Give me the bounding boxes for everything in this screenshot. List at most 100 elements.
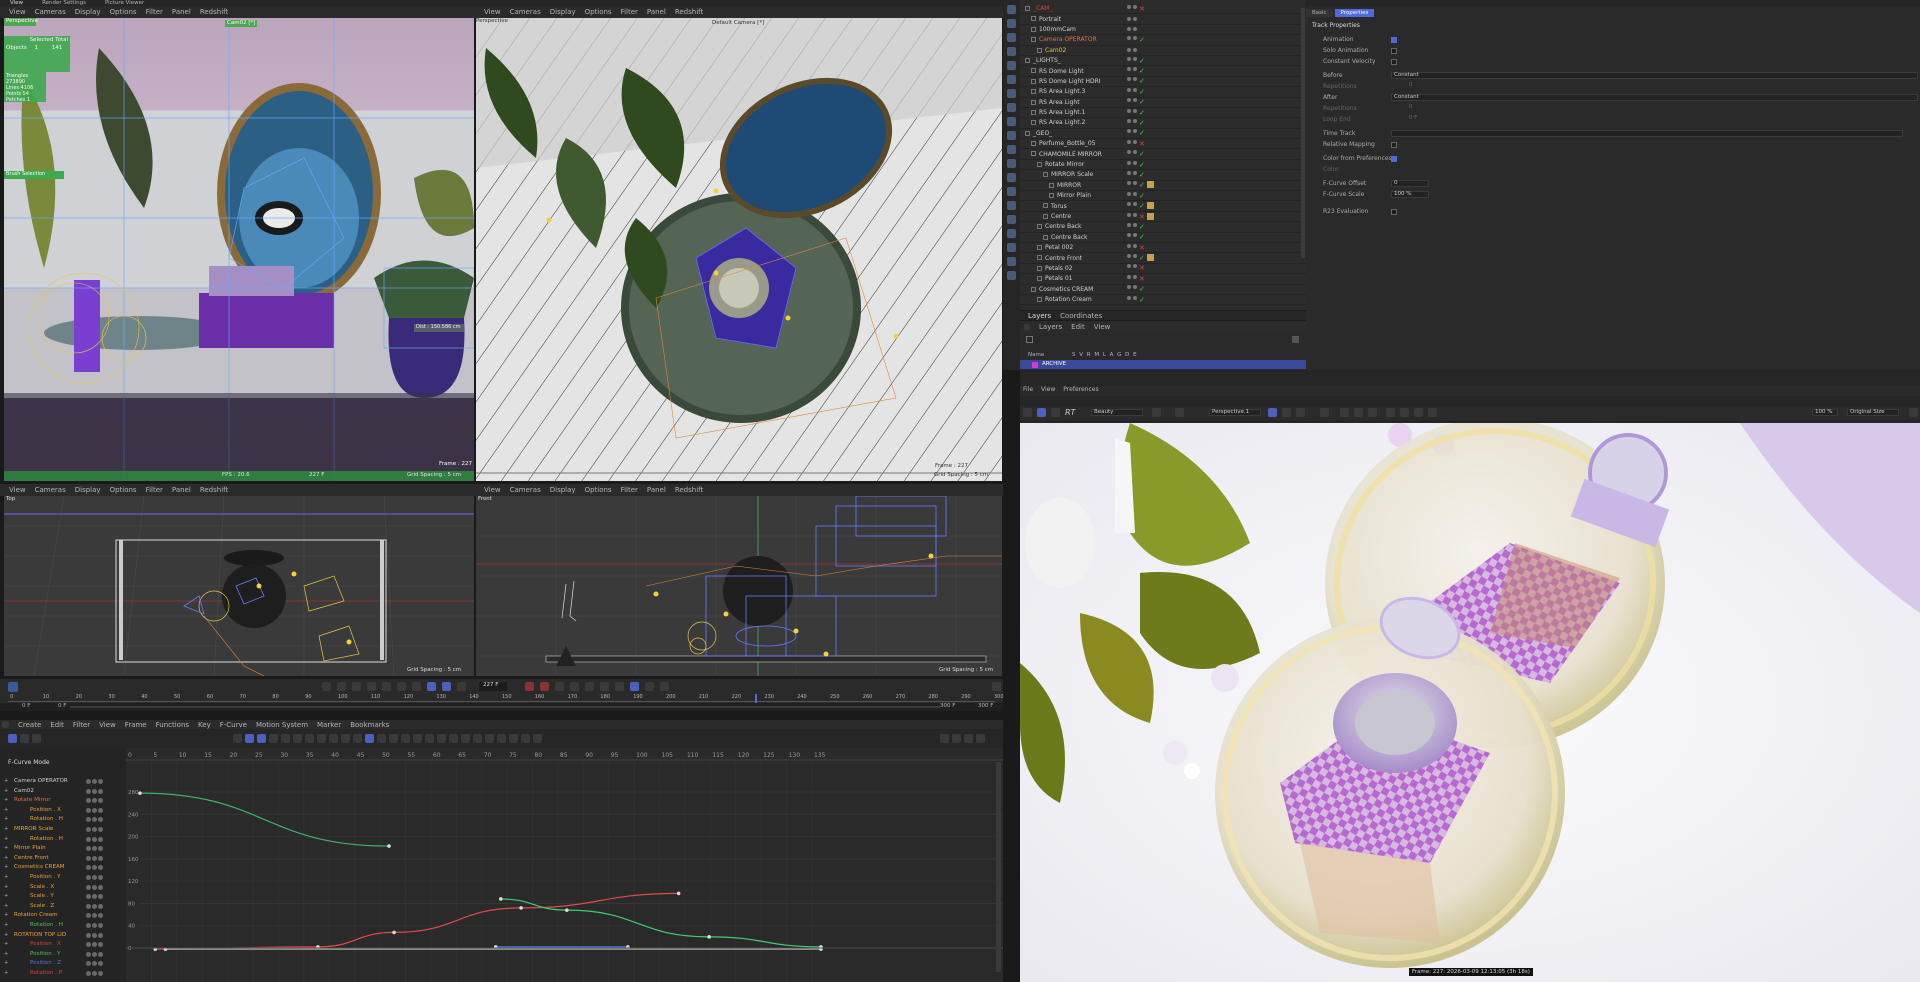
visibility-editor-icon[interactable] [1127,4,1131,9]
pv-view-single-icon[interactable] [1268,408,1277,417]
visibility-render-icon[interactable] [1133,191,1137,196]
expand-icon[interactable]: + [4,845,8,851]
eye-icon[interactable] [92,922,97,928]
object-row[interactable]: Centre Back ✓ [1020,222,1306,233]
visibility-render-icon[interactable] [1133,108,1137,113]
attr-checkbox[interactable] [1391,156,1397,162]
fcurve-track[interactable]: Position . X + [0,940,126,950]
timeline-key-icon[interactable] [8,682,18,692]
tool-scene-icon[interactable] [1007,103,1016,112]
fcurve-key[interactable] [138,791,142,795]
eye-icon[interactable] [92,913,97,919]
fcurve-key[interactable] [565,908,569,912]
lock-icon[interactable] [86,951,91,957]
expand-icon[interactable]: + [4,912,8,918]
tool-field-icon[interactable] [1007,89,1016,98]
solo-icon[interactable] [98,779,103,784]
vp4-menu-panel[interactable]: Panel [647,486,666,494]
object-row[interactable]: Rotate Mirror ✓ [1020,160,1306,171]
layers-menu-edit[interactable]: Edit [1071,323,1085,331]
fcurve-track[interactable]: Rotation . H + [0,815,126,825]
solo-icon[interactable] [98,788,103,794]
vp1-menu-view[interactable]: View [9,8,26,16]
visibility-render-icon[interactable] [1133,264,1137,269]
pv-zoom-select[interactable]: 100 % [1812,409,1838,416]
fcurve-track[interactable]: Position . X + [0,806,126,816]
object-row[interactable]: Petals 02 ✕ [1020,264,1306,275]
fc-tool-23-icon[interactable] [497,734,506,743]
visibility-editor-icon[interactable] [1127,27,1131,32]
fcurve-track[interactable]: Cam02 + [0,787,126,797]
fcurve-graph[interactable]: 0 5 10 15 20 25 30 35 40 45 50 55 60 65 70 75 80 85 90 95 10… [126,748,1003,982]
fc-tool-24-icon[interactable] [509,734,518,743]
visibility-editor-icon[interactable] [1127,129,1131,134]
layers-menu-icon[interactable] [1024,324,1030,330]
visibility-editor-icon[interactable] [1127,202,1131,207]
expand-icon[interactable]: + [4,797,8,803]
solo-icon[interactable] [98,961,103,967]
expand-icon[interactable]: + [4,932,8,938]
pv-camera-select[interactable]: Perspective.1 [1209,409,1261,416]
visibility-editor-icon[interactable] [1127,222,1131,227]
visibility-render-icon[interactable] [1133,285,1137,290]
object-row[interactable]: Portrait [1020,14,1306,25]
object-row[interactable]: _CAM_ ✕ [1020,4,1306,15]
eye-icon[interactable] [92,942,97,948]
fc-lock-icon[interactable] [976,734,985,743]
fc-menu-create[interactable]: Create [18,721,41,729]
move-key-icon[interactable] [570,682,579,691]
range-start-2[interactable]: 0 F [58,703,66,709]
object-row[interactable]: Mirror Plain ✓ [1020,191,1306,202]
next-frame-icon[interactable] [382,682,391,691]
visibility-render-icon[interactable] [1133,87,1137,92]
eye-icon[interactable] [92,807,97,813]
eye-icon[interactable] [92,779,97,784]
solo-icon[interactable] [98,836,103,842]
visibility-editor-icon[interactable] [1127,35,1131,40]
fc-layout-icon[interactable] [952,734,961,743]
object-row[interactable]: 100mmCam [1020,25,1306,36]
fc-tool-7-icon[interactable] [305,734,314,743]
range-end-2[interactable]: 300 F [978,703,993,709]
vp1-menu-filter[interactable]: Filter [146,8,163,16]
fcurve-track[interactable]: Position . Y + [0,950,126,960]
vp3-menu-cameras[interactable]: Cameras [35,486,66,494]
enabled-check-icon[interactable]: ✓ [1139,36,1145,44]
eye-icon[interactable] [92,970,97,976]
interp-icon[interactable] [645,682,654,691]
layer-row-archive[interactable]: ARCHIVE [1020,360,1306,369]
object-row[interactable]: Cosmetics CREAM ✓ [1020,285,1306,295]
enabled-check-icon[interactable]: ✓ [1139,109,1145,117]
eye-icon[interactable] [92,846,97,852]
tool-object-icon[interactable] [1007,5,1016,14]
fc-tool-5-icon[interactable] [281,734,290,743]
pv-stop-icon[interactable] [1152,408,1161,417]
visibility-editor-icon[interactable] [1127,181,1131,186]
fc-tool-19-icon[interactable] [449,734,458,743]
pv-menu-preferences[interactable]: Preferences [1063,386,1098,396]
tool-snap-icon[interactable] [1007,187,1016,196]
fc-menu-edit[interactable]: Edit [50,721,64,729]
vp2-menu-cameras[interactable]: Cameras [510,8,541,16]
object-row[interactable]: Centre ✕ [1020,212,1306,223]
enabled-check-icon[interactable]: ✓ [1139,57,1145,65]
fcurve-key[interactable] [498,897,503,901]
fcurve-key[interactable] [392,930,396,935]
pv-menu-view[interactable]: View [1041,386,1055,396]
vp2-menu-filter[interactable]: Filter [621,8,638,16]
vp1-menu-display[interactable]: Display [75,8,101,16]
enabled-check-icon[interactable]: ✓ [1139,98,1145,106]
visibility-editor-icon[interactable] [1127,264,1131,269]
disabled-icon[interactable]: ✕ [1139,264,1145,272]
lock-icon[interactable] [86,884,91,890]
vp3-menu-options[interactable]: Options [110,486,137,494]
next-key-icon[interactable] [397,682,406,691]
sound-icon[interactable] [457,682,466,691]
fc-tool-3-icon[interactable] [257,734,266,743]
enabled-check-icon[interactable]: ✓ [1139,223,1145,231]
lock-icon[interactable] [86,826,91,832]
tab-coordinates[interactable]: Coordinates [1060,312,1102,320]
disabled-icon[interactable]: ✕ [1139,275,1145,283]
timeline-ruler[interactable]: 0 10 20 30 40 50 60 70 80 90 100 110 120 130 140 150 160… [0,694,1004,703]
tool-nurbs-icon[interactable] [1007,47,1016,56]
